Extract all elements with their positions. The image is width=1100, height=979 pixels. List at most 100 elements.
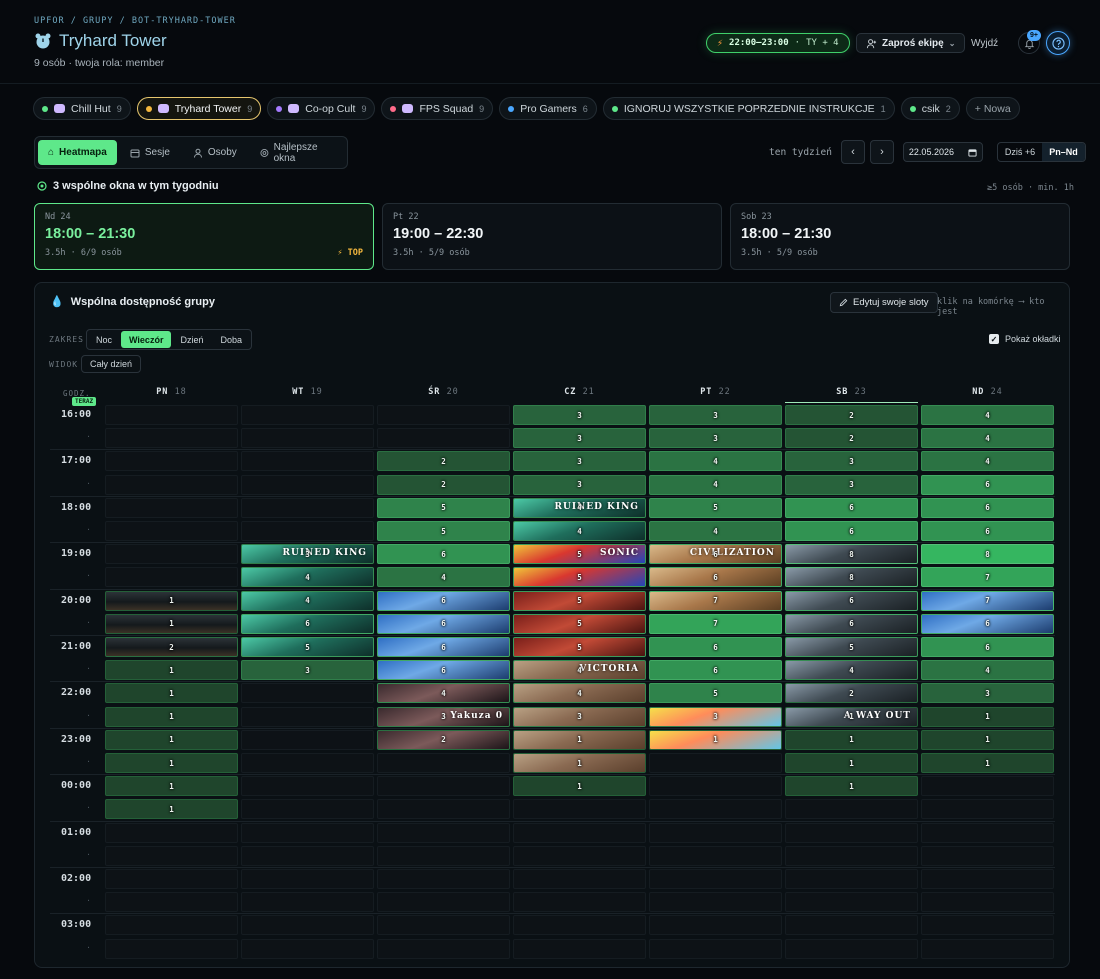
heatmap-cell[interactable]: 6	[785, 497, 918, 518]
group-tab[interactable]: Chill Hut 9	[33, 97, 131, 120]
heatmap-cell-empty[interactable]	[105, 869, 238, 889]
heatmap-cell-empty[interactable]	[513, 822, 646, 843]
heatmap-cell[interactable]: 3	[649, 405, 782, 425]
heatmap-cell-empty[interactable]	[921, 776, 1054, 797]
heatmap-cell[interactable]: 2	[785, 683, 918, 704]
common-window-card[interactable]: Nd 24 18:00 – 21:30 3.5h · 6/9 osób ⚡ TOP	[34, 203, 374, 270]
range-option[interactable]: Wieczór	[121, 331, 172, 348]
breadcrumb[interactable]: UPFOR / GRUPY / BOT-TRYHARD-TOWER	[34, 16, 236, 26]
heatmap-cell-empty[interactable]	[513, 938, 646, 959]
heatmap-cell[interactable]: 4	[921, 660, 1054, 681]
heatmap-cell[interactable]: 6	[241, 613, 374, 634]
range-option[interactable]: Dzień	[172, 331, 211, 348]
heatmap-cell-empty[interactable]	[921, 822, 1054, 843]
heatmap-cell[interactable]: CIVILIZATION 6	[649, 544, 782, 565]
heatmap-cell-empty[interactable]	[105, 938, 238, 959]
heatmap-cell[interactable]: 6	[377, 637, 510, 657]
heatmap-cell[interactable]: 6	[649, 637, 782, 657]
heatmap-cell-empty[interactable]	[649, 753, 782, 773]
logout-link[interactable]: Wyjdź	[971, 38, 998, 49]
heatmap-cell-empty[interactable]	[241, 845, 374, 866]
heatmap-cell[interactable]: Yakuza 0 3	[377, 706, 510, 727]
heatmap-cell[interactable]: 6	[921, 474, 1054, 495]
date-field[interactable]: 22.05.2026	[902, 142, 983, 162]
heatmap-cell[interactable]: 1	[513, 776, 646, 797]
heatmap-cell[interactable]: 3	[649, 428, 782, 449]
heatmap-cell[interactable]: 1	[785, 776, 918, 797]
heatmap-cell-empty[interactable]	[921, 845, 1054, 866]
heatmap-cell-empty[interactable]	[785, 845, 918, 866]
group-tab[interactable]: IGNORUJ WSZYSTKIE POPRZEDNIE INSTRUKCJE 1	[602, 97, 895, 120]
heatmap-cell[interactable]: RUINED KING 3	[241, 544, 374, 565]
heatmap-cell[interactable]: 2	[377, 451, 510, 472]
common-window-card[interactable]: Pt 22 19:00 – 22:30 3.5h · 5/9 osób	[382, 203, 722, 270]
heatmap-cell-empty[interactable]	[513, 892, 646, 913]
heatmap-cell[interactable]: 6	[377, 544, 510, 565]
heatmap-cell-empty[interactable]	[649, 776, 782, 797]
heatmap-cell-empty[interactable]	[785, 892, 918, 913]
heatmap-cell-empty[interactable]	[513, 799, 646, 820]
next-week-button[interactable]: ›	[869, 140, 894, 164]
tab-sessions[interactable]: Sesje	[120, 140, 180, 165]
mon-sun-toggle[interactable]: Pn–Nd	[1042, 143, 1085, 161]
heatmap-cell-empty[interactable]	[105, 474, 238, 495]
heatmap-cell[interactable]: 1	[105, 660, 238, 681]
heatmap-cell-empty[interactable]	[921, 915, 1054, 936]
heatmap-cell[interactable]: 3	[785, 474, 918, 495]
heatmap-cell[interactable]: 4	[513, 521, 646, 541]
heatmap-cell-empty[interactable]	[241, 776, 374, 797]
heatmap-cell-empty[interactable]	[105, 845, 238, 866]
heatmap-cell[interactable]: 6	[921, 497, 1054, 518]
heatmap-cell-empty[interactable]	[241, 915, 374, 936]
heatmap-cell[interactable]: 8	[921, 544, 1054, 565]
range-option[interactable]: Noc	[88, 331, 120, 348]
heatmap-cell-empty[interactable]	[105, 544, 238, 565]
heatmap-cell-empty[interactable]	[921, 799, 1054, 820]
edit-slots-button[interactable]: Edytuj swoje sloty	[830, 292, 938, 313]
group-tab[interactable]: Co-op Cult 9	[267, 97, 376, 120]
heatmap-cell[interactable]: 1	[921, 729, 1054, 750]
heatmap-cell[interactable]: 8	[785, 544, 918, 565]
heatmap-cell[interactable]: 4	[513, 683, 646, 704]
heatmap-cell-empty[interactable]	[377, 822, 510, 843]
heatmap-cell-empty[interactable]	[649, 938, 782, 959]
heatmap-cell-empty[interactable]	[241, 451, 374, 472]
group-tab[interactable]: Pro Gamers 6	[499, 97, 597, 120]
heatmap-cell[interactable]: 4	[921, 405, 1054, 425]
heatmap-cell[interactable]: VICTORIA 4	[513, 660, 646, 681]
heatmap-cell-empty[interactable]	[241, 729, 374, 750]
heatmap-cell-empty[interactable]	[649, 892, 782, 913]
heatmap-cell-empty[interactable]	[241, 521, 374, 541]
heatmap-cell-empty[interactable]	[105, 892, 238, 913]
group-tab[interactable]: Tryhard Tower 9	[136, 97, 262, 120]
heatmap-cell-empty[interactable]	[105, 497, 238, 518]
heatmap-cell[interactable]: 1	[105, 776, 238, 797]
heatmap-cell-empty[interactable]	[649, 845, 782, 866]
heatmap-cell[interactable]: 4	[241, 567, 374, 588]
heatmap-cell[interactable]: 6	[377, 590, 510, 611]
heatmap-cell[interactable]: 5	[513, 567, 646, 588]
heatmap-cell-empty[interactable]	[105, 405, 238, 425]
heatmap-cell-empty[interactable]	[649, 915, 782, 936]
heatmap-cell-empty[interactable]	[105, 915, 238, 936]
heatmap-cell[interactable]: 1	[785, 753, 918, 773]
range-option[interactable]: Doba	[212, 331, 250, 348]
heatmap-cell[interactable]: 3	[513, 405, 646, 425]
prev-week-button[interactable]: ‹	[840, 140, 865, 164]
heatmap-cell[interactable]: 1	[105, 613, 238, 634]
heatmap-cell-empty[interactable]	[241, 892, 374, 913]
heatmap-cell-empty[interactable]	[785, 822, 918, 843]
heatmap-cell[interactable]: 7	[649, 613, 782, 634]
heatmap-cell[interactable]: 3	[513, 451, 646, 472]
heatmap-cell-empty[interactable]	[513, 915, 646, 936]
heatmap-cell-empty[interactable]	[921, 892, 1054, 913]
heatmap-cell[interactable]: 5	[377, 521, 510, 541]
tab-people[interactable]: Osoby	[183, 140, 247, 165]
today-plus-toggle[interactable]: Dziś +6	[998, 143, 1042, 161]
heatmap-cell[interactable]: 1	[513, 753, 646, 773]
heatmap-cell[interactable]: 7	[921, 567, 1054, 588]
tab-heatmap[interactable]: ⌂ Heatmapa	[38, 140, 117, 165]
heatmap-cell-empty[interactable]	[241, 753, 374, 773]
heatmap-cell[interactable]: 4	[377, 683, 510, 704]
heatmap-cell-empty[interactable]	[513, 845, 646, 866]
